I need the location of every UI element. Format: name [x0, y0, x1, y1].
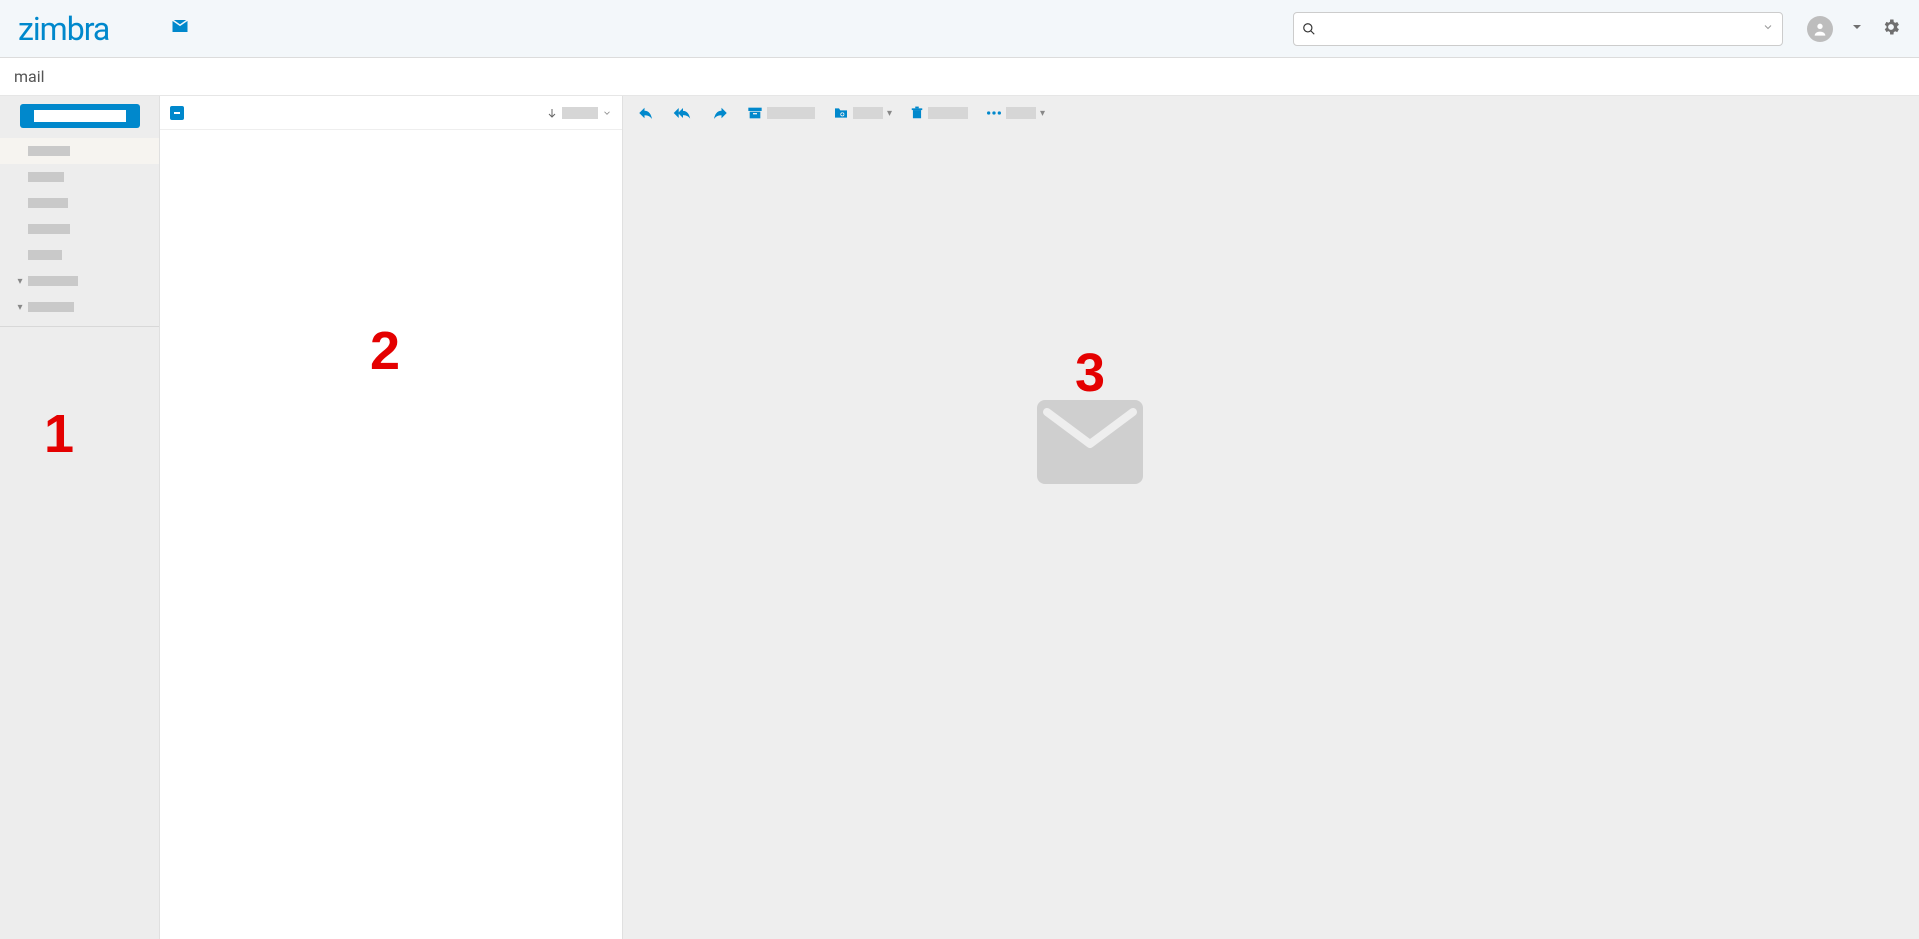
archive-button[interactable]: [747, 105, 815, 121]
select-all-checkbox[interactable]: [170, 106, 184, 120]
folder-list: ▾▾: [0, 138, 159, 327]
reading-body: 3: [623, 130, 1919, 939]
folder-label: [28, 302, 74, 312]
folder-item[interactable]: ▾: [0, 294, 159, 320]
folder-item[interactable]: [0, 216, 159, 242]
trash-icon: [910, 105, 924, 121]
chevron-down-icon[interactable]: ▾: [14, 302, 26, 313]
message-list-header: [160, 96, 622, 130]
header-right: [1807, 16, 1901, 42]
reply-all-icon: [673, 104, 693, 122]
chevron-down-icon[interactable]: ▾: [14, 276, 26, 287]
annotation-2: 2: [370, 320, 400, 382]
folder-label: [28, 172, 64, 182]
search-icon: [1302, 22, 1316, 36]
logo: zimbra: [18, 10, 109, 48]
search-dropdown-icon[interactable]: [1762, 21, 1774, 37]
more-label: [1006, 107, 1036, 119]
message-toolbar: ▾ ▾: [623, 96, 1919, 130]
folder-label: [28, 146, 70, 156]
settings-gear-icon[interactable]: [1881, 17, 1901, 41]
empty-envelope-icon: [1037, 400, 1143, 488]
compose-label: [34, 110, 126, 122]
chevron-down-icon: [602, 108, 612, 118]
app-header: zimbra: [0, 0, 1919, 58]
folder-icon: [833, 105, 849, 121]
folder-item[interactable]: [0, 138, 159, 164]
move-to-button[interactable]: ▾: [833, 105, 892, 121]
forward-button[interactable]: [711, 104, 729, 122]
sidebar: ▾▾ 1: [0, 96, 160, 939]
annotation-1: 1: [44, 403, 74, 465]
search-input[interactable]: [1316, 21, 1762, 37]
more-icon: [986, 110, 1002, 116]
reply-all-button[interactable]: [673, 104, 693, 122]
folder-item[interactable]: ▾: [0, 268, 159, 294]
folder-label: [28, 276, 78, 286]
annotation-3: 3: [1075, 342, 1105, 404]
folder-item[interactable]: [0, 242, 159, 268]
forward-icon: [711, 104, 729, 122]
reply-icon: [637, 104, 655, 122]
folder-item[interactable]: [0, 190, 159, 216]
breadcrumb: mail: [0, 58, 1919, 96]
message-list-body: 2: [160, 130, 622, 939]
folder-item[interactable]: [0, 164, 159, 190]
delete-label: [928, 107, 968, 119]
more-button[interactable]: ▾: [986, 107, 1045, 119]
sort-dropdown[interactable]: [546, 107, 612, 119]
reply-button[interactable]: [637, 104, 655, 122]
archive-icon: [747, 105, 763, 121]
chevron-down-icon: ▾: [1040, 108, 1045, 119]
compose-button[interactable]: [20, 104, 140, 128]
reading-pane: ▾ ▾ 3: [623, 96, 1919, 939]
move-to-label: [853, 107, 883, 119]
folder-label: [28, 250, 62, 260]
mail-icon[interactable]: [169, 16, 191, 41]
archive-label: [767, 107, 815, 119]
delete-button[interactable]: [910, 105, 968, 121]
message-list-pane: 2: [160, 96, 623, 939]
breadcrumb-label: mail: [14, 67, 45, 86]
main-layout: ▾▾ 1 2: [0, 96, 1919, 939]
search-box[interactable]: [1293, 12, 1783, 46]
chevron-down-icon: ▾: [887, 108, 892, 119]
sort-direction-icon: [546, 107, 558, 119]
sort-label: [562, 107, 598, 119]
account-dropdown-icon[interactable]: [1851, 21, 1863, 37]
folder-label: [28, 198, 68, 208]
folder-label: [28, 224, 70, 234]
avatar[interactable]: [1807, 16, 1833, 42]
